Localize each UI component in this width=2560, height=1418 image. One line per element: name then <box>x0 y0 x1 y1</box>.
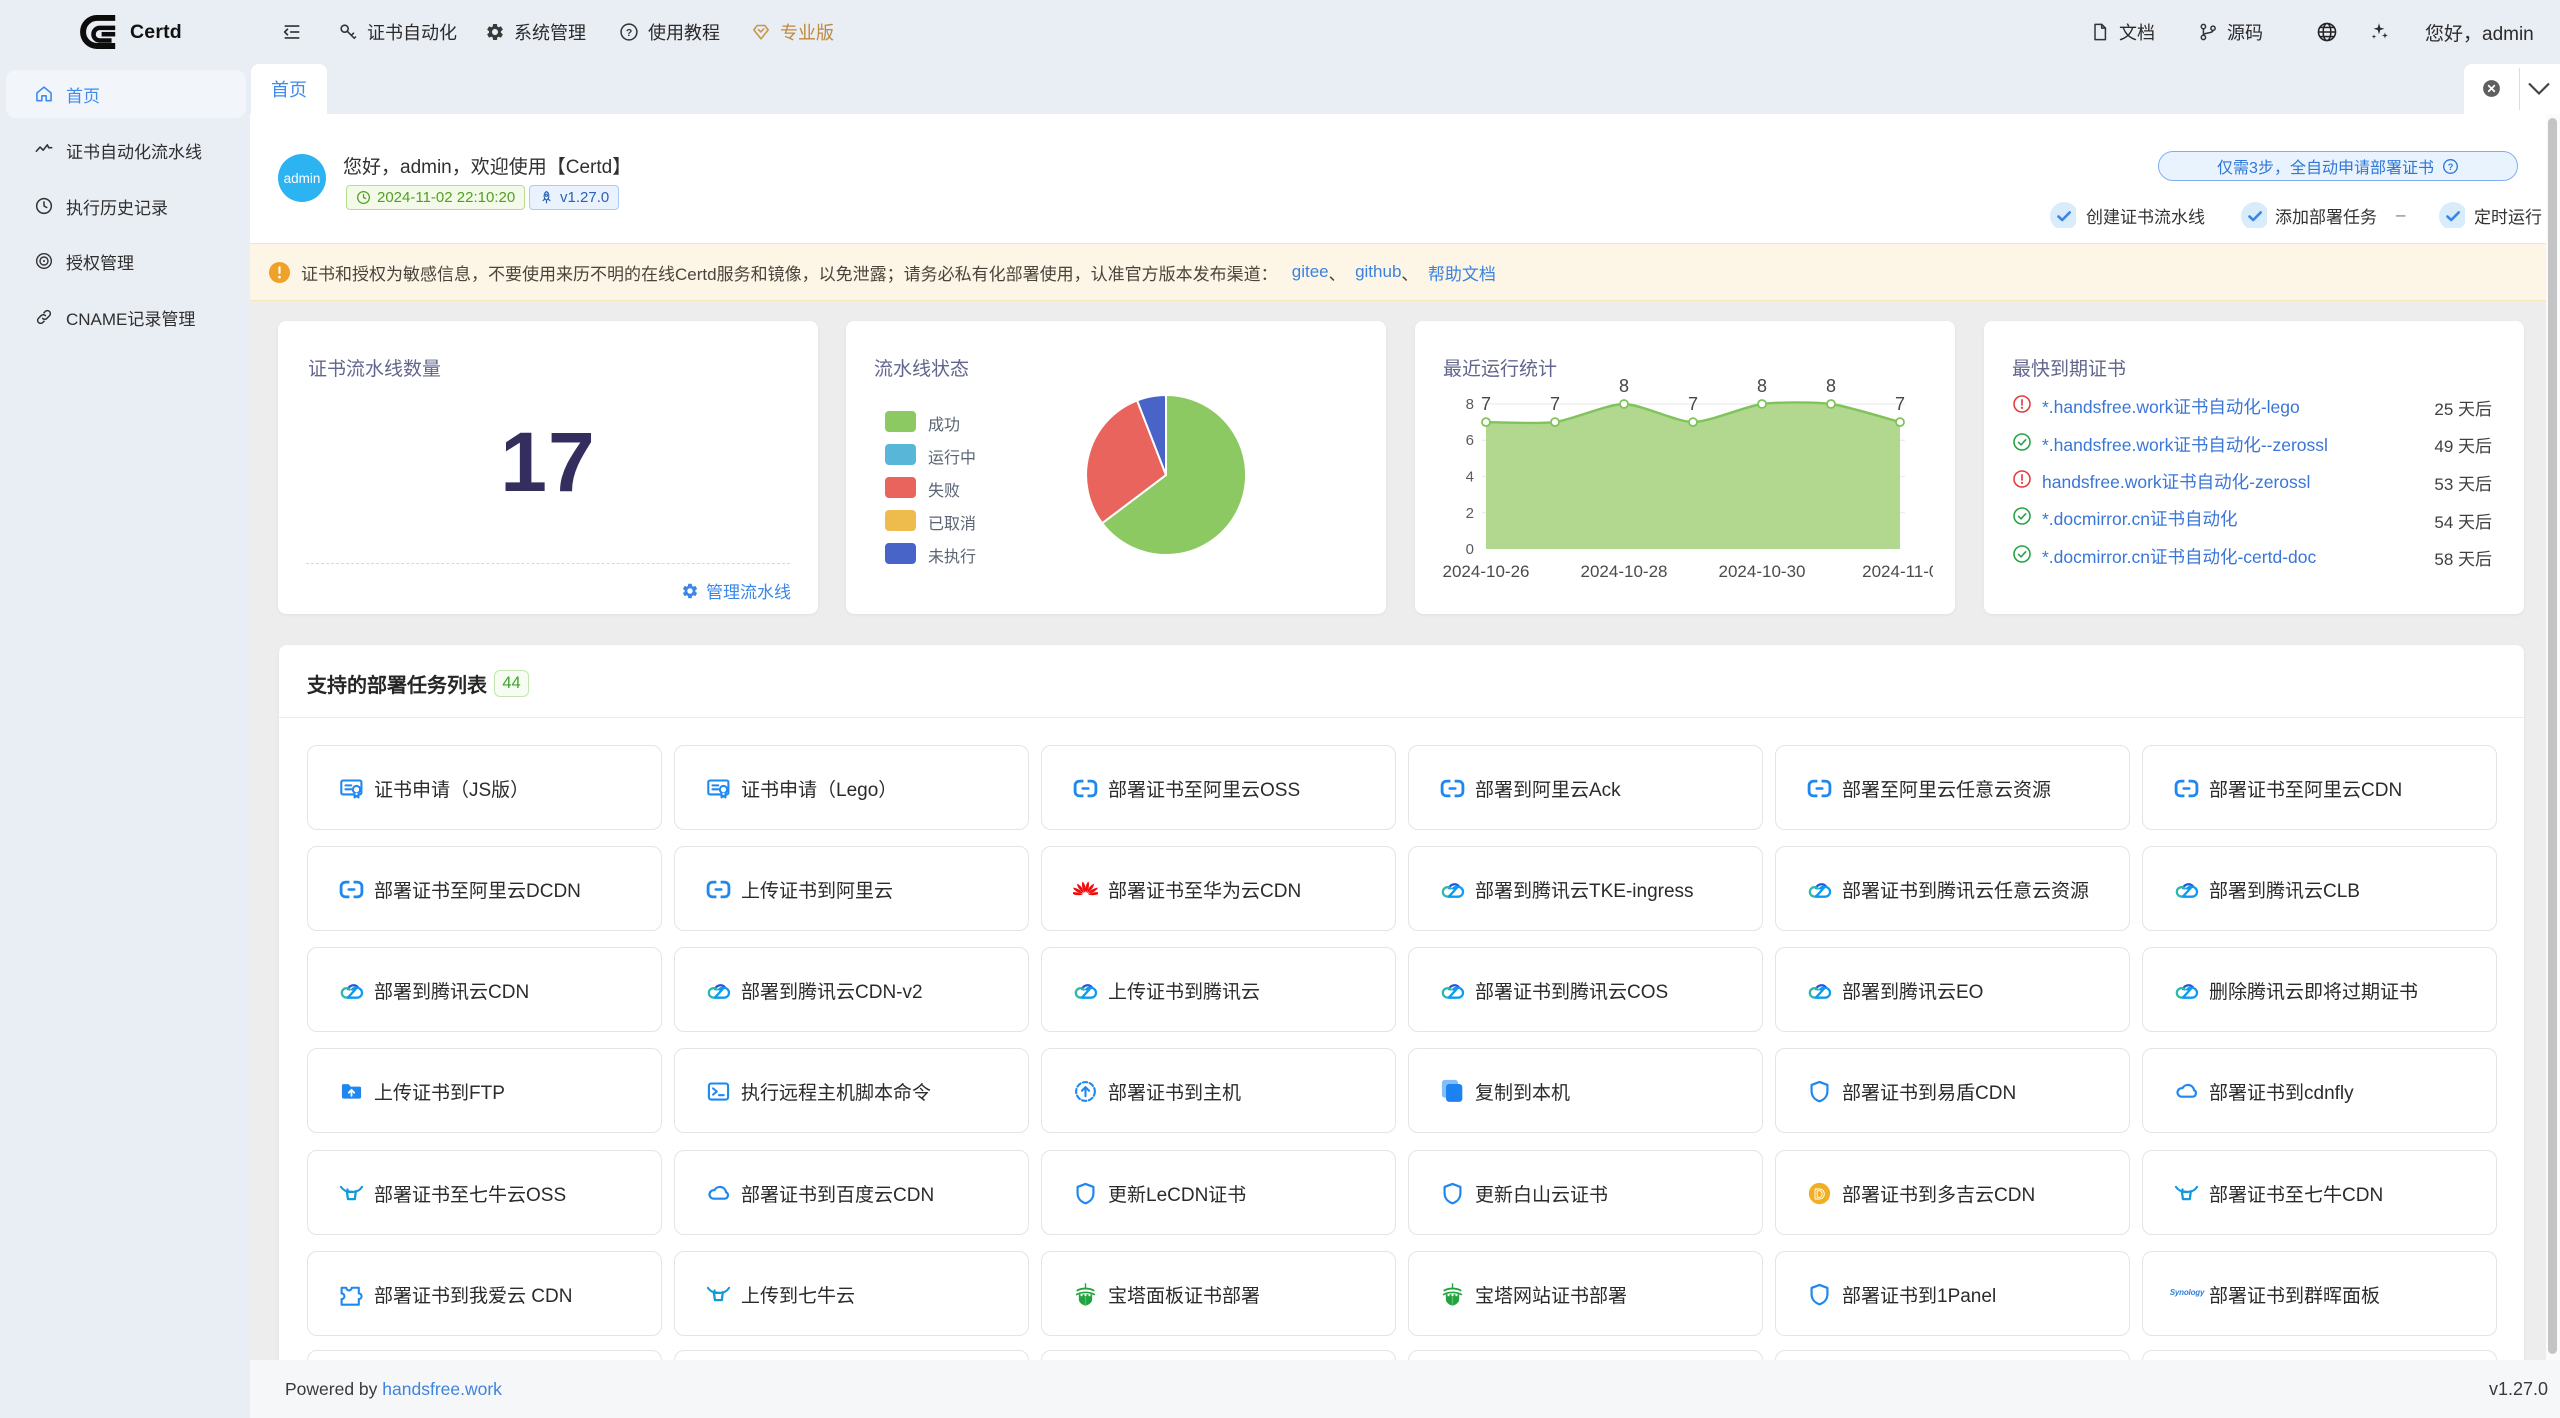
svg-text:2024-11-02: 2024-11-02 <box>1862 562 1933 581</box>
svg-text:2024-10-28: 2024-10-28 <box>1581 562 1668 581</box>
svg-text:4: 4 <box>1466 469 1474 486</box>
svg-text:2: 2 <box>1466 505 1474 522</box>
svg-text:7: 7 <box>1481 394 1491 414</box>
svg-text:7: 7 <box>1688 394 1698 414</box>
svg-text:8: 8 <box>1826 376 1836 396</box>
svg-text:7: 7 <box>1895 394 1905 414</box>
svg-text:7: 7 <box>1550 394 1560 414</box>
svg-text:D: D <box>1814 1186 1825 1203</box>
svg-text:8: 8 <box>1619 376 1629 396</box>
svg-text:?: ? <box>626 28 632 39</box>
svg-text:2024-10-30: 2024-10-30 <box>1719 562 1806 581</box>
svg-text:8: 8 <box>1466 396 1474 413</box>
svg-text:6: 6 <box>1466 432 1474 449</box>
svg-text:?: ? <box>2448 161 2454 171</box>
svg-text:8: 8 <box>1757 376 1767 396</box>
svg-text:2024-10-26: 2024-10-26 <box>1443 562 1530 581</box>
svg-text:0: 0 <box>1466 541 1474 558</box>
